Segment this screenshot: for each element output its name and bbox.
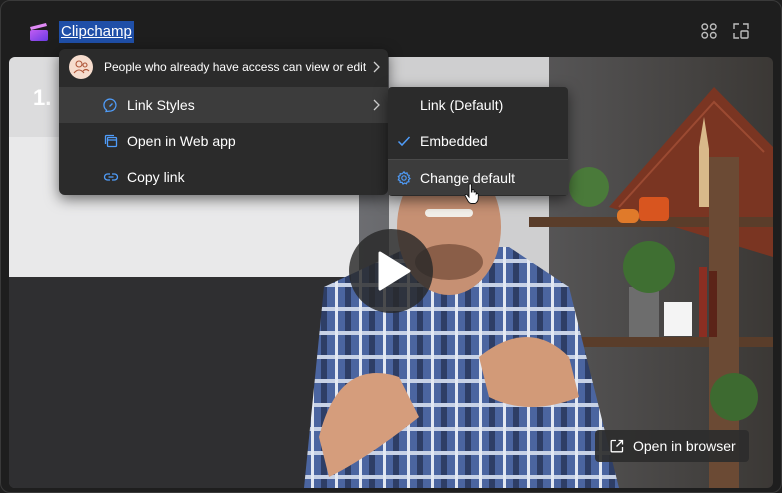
submenu-item-link-default[interactable]: Link (Default)	[388, 87, 568, 123]
open-in-browser-button[interactable]: Open in browser	[595, 430, 749, 462]
menu-item-copy-link[interactable]: Copy link	[59, 159, 388, 195]
link-icon	[103, 173, 119, 181]
menu-item-label: Link Styles	[127, 97, 195, 113]
menu-item-link-styles[interactable]: Link Styles	[59, 87, 388, 123]
menu-item-open-in-web-app[interactable]: Open in Web app	[59, 123, 388, 159]
open-in-browser-label: Open in browser	[633, 438, 736, 454]
checkmark-icon	[397, 136, 411, 147]
hand-cursor-icon	[464, 183, 479, 204]
people-icon	[69, 55, 93, 79]
gear-icon	[397, 170, 411, 185]
link-styles-submenu: Link (Default) Embedded Change default	[388, 87, 568, 196]
access-info-item[interactable]: People who already have access can view …	[59, 49, 388, 85]
play-icon	[378, 251, 411, 291]
chevron-right-icon	[373, 99, 380, 111]
access-info-label: People who already have access can view …	[104, 60, 367, 74]
expand-icon[interactable]	[731, 21, 751, 41]
app-title-link[interactable]: Clipchamp	[59, 21, 134, 43]
menu-item-label: Open in Web app	[127, 133, 236, 149]
web-app-icon	[104, 134, 118, 148]
chevron-right-icon	[373, 61, 380, 73]
submenu-item-embedded[interactable]: Embedded	[388, 123, 568, 159]
menu-item-label: Copy link	[127, 169, 185, 185]
submenu-item-label: Embedded	[420, 133, 488, 149]
submenu-item-label: Link (Default)	[420, 97, 504, 113]
share-context-menu: People who already have access can view …	[59, 49, 388, 195]
play-button[interactable]	[349, 229, 433, 313]
app-grid-icon[interactable]	[699, 21, 719, 41]
video-card: Clipchamp 1. I Open in browser People wh…	[0, 0, 782, 493]
open-external-icon	[610, 439, 624, 453]
clipchamp-icon	[30, 23, 48, 41]
link-styles-icon	[103, 98, 117, 113]
